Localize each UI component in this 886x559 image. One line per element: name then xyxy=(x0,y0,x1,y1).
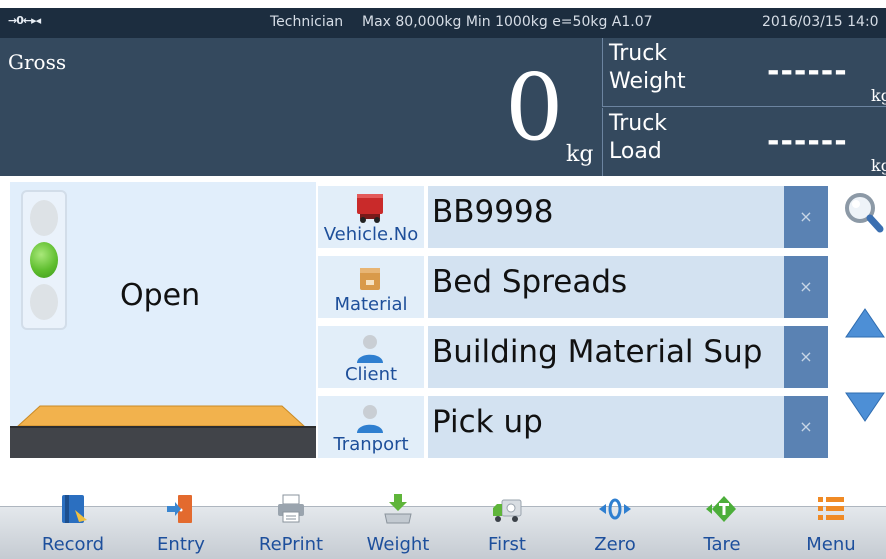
truck-weight-label-line2: Weight xyxy=(609,69,686,94)
box-icon xyxy=(360,268,380,290)
transport-label-cell[interactable]: Tranport xyxy=(318,396,424,458)
vehicle-number-label-cell[interactable]: Vehicle.No xyxy=(318,186,424,248)
printer-icon xyxy=(278,494,304,523)
truck-load-label: Truck Load xyxy=(609,110,667,166)
ground-strip xyxy=(10,426,316,458)
scale-capacity: Max 80,000kg Min 1000kg e=50kg A1.07 xyxy=(362,14,653,30)
gross-label: Gross xyxy=(8,50,67,74)
client-row: Client Building Material Sup × xyxy=(318,326,838,388)
record-book-icon xyxy=(62,495,87,523)
vehicle-number-row: Vehicle.No BB9998 × xyxy=(318,186,838,248)
status-bar: →0←▸◂ Technician Max 80,000kg Min 1000kg… xyxy=(0,8,886,38)
transport-label: Tranport xyxy=(333,434,409,455)
entry-button[interactable]: Entry xyxy=(136,492,226,559)
truck-load-label-line1: Truck xyxy=(609,111,668,136)
user-role: Technician xyxy=(270,14,344,30)
menu-label: Menu xyxy=(806,534,856,555)
zero-label: Zero xyxy=(594,534,636,555)
scroll-up-button[interactable] xyxy=(844,306,886,340)
vehicle-number-field[interactable]: BB9998 xyxy=(428,186,784,248)
truck-load-unit: kg xyxy=(871,156,886,175)
client-label: Client xyxy=(344,364,398,385)
traffic-light-panel: Open xyxy=(10,182,316,458)
material-clear-button[interactable]: × xyxy=(784,256,828,318)
first-label: First xyxy=(488,534,526,555)
bottom-toolbar: Record Entry RePrint Weight First Zero T… xyxy=(0,462,886,559)
traffic-light-icon xyxy=(21,190,67,330)
menu-list-icon xyxy=(818,497,844,520)
client-field[interactable]: Building Material Sup xyxy=(428,326,784,388)
material-field[interactable]: Bed Spreads xyxy=(428,256,784,318)
search-icon xyxy=(845,193,884,233)
search-button[interactable] xyxy=(842,190,884,234)
gross-display-panel: Gross 0 kg Truck Weight ------ kg Truck … xyxy=(0,38,886,176)
material-value: Bed Spreads xyxy=(432,264,628,300)
triangle-up-icon xyxy=(845,308,885,338)
truck-load-value: ------ xyxy=(767,124,848,159)
truck-icon xyxy=(493,499,522,522)
red-lamp xyxy=(30,200,58,236)
truck-weight-box: Truck Weight ------ kg xyxy=(602,38,886,107)
transport-field[interactable]: Pick up xyxy=(428,396,784,458)
vehicle-clear-button[interactable]: × xyxy=(784,186,828,248)
reprint-button[interactable]: RePrint xyxy=(246,492,336,559)
gross-unit: kg xyxy=(566,142,594,167)
person-icon xyxy=(357,405,383,433)
red-truck-icon xyxy=(357,194,383,223)
triangle-down-icon xyxy=(845,392,885,422)
menu-button[interactable]: Menu xyxy=(786,492,876,559)
tare-label: Tare xyxy=(703,534,741,555)
client-clear-button[interactable]: × xyxy=(784,326,828,388)
truck-weight-label: Truck Weight xyxy=(609,40,686,96)
weight-download-icon xyxy=(384,494,412,524)
scale-platform-icon xyxy=(17,405,305,426)
reprint-label: RePrint xyxy=(258,534,324,555)
truck-load-label-line2: Load xyxy=(609,139,662,164)
gate-status: Open xyxy=(120,278,201,313)
weight-button[interactable]: Weight xyxy=(353,492,443,559)
person-icon xyxy=(357,335,383,363)
gross-weight-value: 0 xyxy=(505,54,564,161)
green-lamp xyxy=(30,242,58,278)
tare-icon xyxy=(706,496,736,522)
vehicle-number-value: BB9998 xyxy=(432,194,554,230)
record-button[interactable]: Record xyxy=(28,492,118,559)
scroll-down-button[interactable] xyxy=(844,390,886,424)
transport-row: Tranport Pick up × xyxy=(318,396,838,458)
record-label: Record xyxy=(41,534,105,555)
truck-load-box: Truck Load ------ kg xyxy=(602,108,886,176)
truck-weight-label-line1: Truck xyxy=(609,41,668,66)
transport-value: Pick up xyxy=(432,404,543,440)
tare-button[interactable]: Tare xyxy=(677,492,767,559)
material-label-cell[interactable]: Material xyxy=(318,256,424,318)
truck-weight-unit: kg xyxy=(871,86,886,105)
vehicle-number-label: Vehicle.No xyxy=(323,224,419,245)
material-label: Material xyxy=(334,294,408,315)
entry-label: Entry xyxy=(157,534,205,555)
client-label-cell[interactable]: Client xyxy=(318,326,424,388)
weight-label: Weight xyxy=(366,534,430,555)
truck-weight-value: ------ xyxy=(767,54,848,89)
door-entry-icon xyxy=(167,495,192,523)
zero-arrows-icon xyxy=(599,498,631,520)
zero-button[interactable]: Zero xyxy=(570,492,660,559)
transport-clear-button[interactable]: × xyxy=(784,396,828,458)
client-value: Building Material Sup xyxy=(432,334,763,370)
date-time: 2016/03/15 14:0 xyxy=(762,14,879,30)
material-row: Material Bed Spreads × xyxy=(318,256,838,318)
yellow-lamp xyxy=(30,284,58,320)
zero-indicator-icon: →0←▸◂ xyxy=(8,14,41,27)
first-button[interactable]: First xyxy=(462,492,552,559)
